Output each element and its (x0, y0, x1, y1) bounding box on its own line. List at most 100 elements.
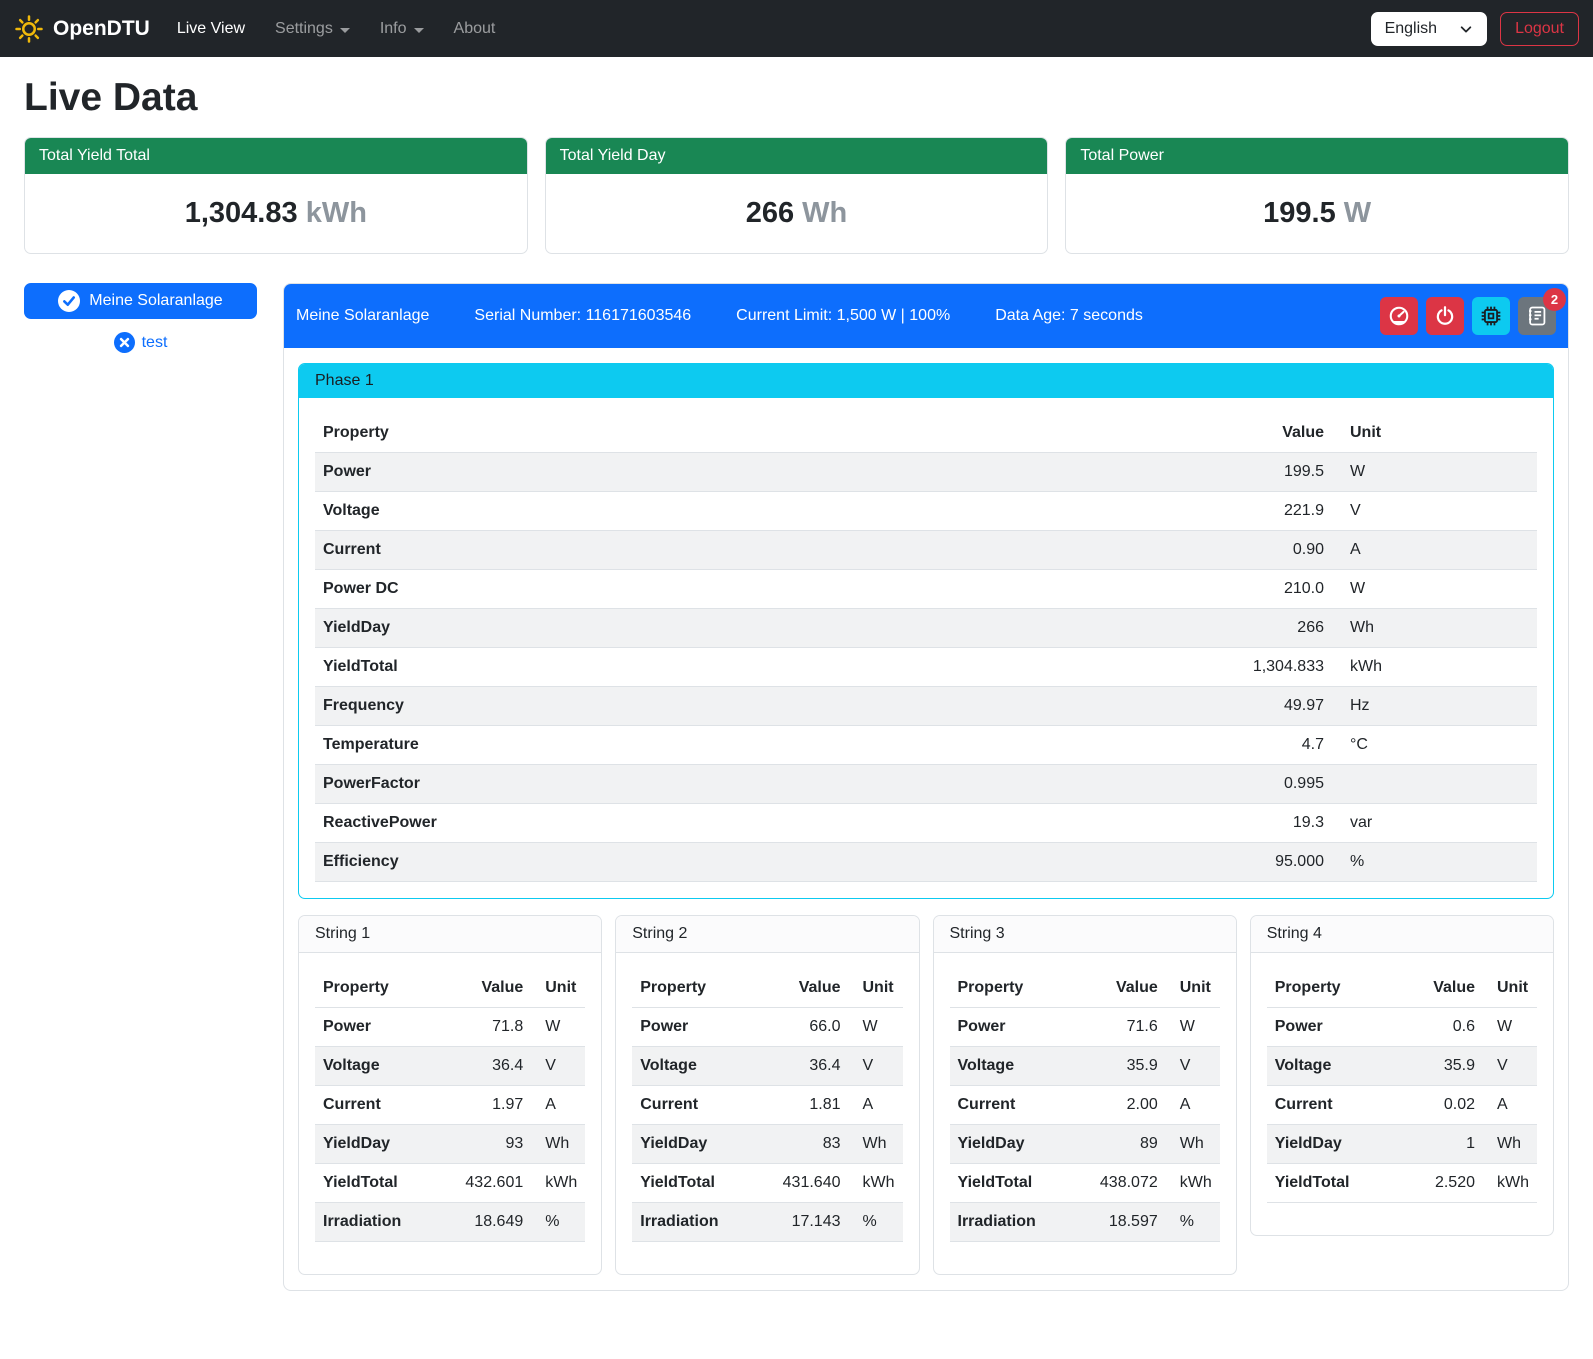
table-row: YieldTotal1,304.833kWh (315, 648, 1537, 687)
inverter-action-buttons: 2 (1380, 297, 1556, 335)
value-cell: 266 (1212, 609, 1332, 648)
column-header-value: Value (1084, 969, 1166, 1008)
table-row: Voltage36.4V (315, 1047, 585, 1086)
column-header-property: Property (315, 969, 449, 1008)
inverter-limit: Current Limit: 1,500 W | 100% (736, 307, 950, 325)
phase-card-body: Property Value Unit Power199.5WVoltage22… (299, 398, 1553, 898)
table-row: Current1.97A (315, 1086, 585, 1125)
table-row: YieldDay266Wh (315, 609, 1537, 648)
property-cell: Voltage (315, 492, 1212, 531)
table-row: PowerFactor0.995 (315, 765, 1537, 804)
unit-cell: kWh (849, 1164, 903, 1203)
cpu-icon (1480, 305, 1502, 327)
property-cell: Irradiation (950, 1203, 1084, 1242)
main-row: Meine Solaranlage test Meine Solaranlage (24, 283, 1569, 1291)
table-row: YieldDay83Wh (632, 1125, 902, 1164)
table-header-row: Property Value Unit (315, 414, 1537, 453)
summary-card-value: 266 Wh (546, 174, 1048, 253)
column-header-property: Property (315, 414, 1212, 453)
x-circle-icon (114, 332, 135, 353)
value-cell: 89 (1084, 1125, 1166, 1164)
property-cell: Voltage (1267, 1047, 1401, 1086)
value-cell: 438.072 (1084, 1164, 1166, 1203)
nav-link-about[interactable]: About (439, 11, 511, 47)
property-cell: ReactivePower (315, 804, 1212, 843)
inverter-panel-header: Meine Solaranlage Serial Number: 1161716… (284, 284, 1568, 348)
table-row: YieldDay89Wh (950, 1125, 1220, 1164)
inverter-selector-button[interactable]: Meine Solaranlage (24, 283, 257, 319)
string-card-1: String 1 Property Value Unit Power71.8WV… (298, 915, 602, 1275)
table-header-row: Property Value Unit (632, 969, 902, 1008)
value-cell: 35.9 (1084, 1047, 1166, 1086)
summary-card-unit: Wh (802, 197, 847, 229)
value-cell: 2.520 (1401, 1164, 1483, 1203)
property-cell: YieldTotal (632, 1164, 766, 1203)
value-cell: 93 (449, 1125, 531, 1164)
property-cell: YieldDay (950, 1125, 1084, 1164)
value-cell: 36.4 (767, 1047, 849, 1086)
column-header-value: Value (1212, 414, 1332, 453)
summary-card-title: Total Yield Day (546, 138, 1048, 174)
column-header-unit: Unit (1166, 969, 1220, 1008)
summary-card-unit: kWh (306, 197, 367, 229)
property-cell: YieldTotal (315, 648, 1212, 687)
unit-cell: % (849, 1203, 903, 1242)
property-cell: Efficiency (315, 843, 1212, 882)
sun-icon (14, 14, 44, 44)
value-cell: 18.597 (1084, 1203, 1166, 1242)
table-header-row: Property Value Unit (950, 969, 1220, 1008)
table-row: YieldTotal431.640kWh (632, 1164, 902, 1203)
table-row: Temperature4.7°C (315, 726, 1537, 765)
value-cell: 18.649 (449, 1203, 531, 1242)
table-row: Voltage221.9V (315, 492, 1537, 531)
value-cell: 36.4 (449, 1047, 531, 1086)
unit-cell: kWh (531, 1164, 585, 1203)
logout-button[interactable]: Logout (1500, 12, 1579, 46)
column-header-unit: Unit (1332, 414, 1537, 453)
navbar: OpenDTU Live View Settings Info About En… (0, 0, 1593, 57)
nav-link-settings[interactable]: Settings (260, 11, 365, 47)
value-cell: 221.9 (1212, 492, 1332, 531)
phase-table: Property Value Unit Power199.5WVoltage22… (315, 414, 1537, 882)
event-log-button[interactable]: 2 (1518, 297, 1556, 335)
value-cell: 432.601 (449, 1164, 531, 1203)
nav-link-info[interactable]: Info (365, 11, 439, 47)
unit-cell: Wh (1166, 1125, 1220, 1164)
unit-cell: V (1332, 492, 1537, 531)
unit-cell: kWh (1483, 1164, 1537, 1203)
string-card-body: Property Value Unit Power71.6WVoltage35.… (934, 953, 1236, 1274)
value-cell: 431.640 (767, 1164, 849, 1203)
page-title: Live Data (24, 76, 1569, 120)
power-button[interactable] (1426, 297, 1464, 335)
value-cell: 66.0 (767, 1008, 849, 1047)
unit-cell: A (1332, 531, 1537, 570)
device-info-button[interactable] (1472, 297, 1510, 335)
table-row: Voltage35.9V (950, 1047, 1220, 1086)
property-cell: Power (315, 453, 1212, 492)
brand[interactable]: OpenDTU (14, 14, 150, 44)
table-row: YieldDay1Wh (1267, 1125, 1537, 1164)
property-cell: Power (950, 1008, 1084, 1047)
string-card-4: String 4 Property Value Unit Power0.6WVo… (1250, 915, 1554, 1236)
inverter-serial: Serial Number: 116171603546 (474, 307, 691, 325)
table-row: Power0.6W (1267, 1008, 1537, 1047)
unit-cell: Wh (1332, 609, 1537, 648)
nav-link-live-view[interactable]: Live View (162, 11, 260, 47)
limit-settings-button[interactable] (1380, 297, 1418, 335)
phase-card: Phase 1 Property Value Unit (298, 363, 1554, 899)
inverter-link-test[interactable]: test (24, 332, 257, 353)
string-card-title: String 4 (1251, 916, 1553, 953)
property-cell: YieldDay (315, 609, 1212, 648)
table-header-row: Property Value Unit (315, 969, 585, 1008)
string-card-body: Property Value Unit Power71.8WVoltage36.… (299, 953, 601, 1274)
property-cell: Power (315, 1008, 449, 1047)
unit-cell: Wh (849, 1125, 903, 1164)
table-row: Efficiency95.000% (315, 843, 1537, 882)
language-select[interactable]: English (1371, 12, 1487, 46)
property-cell: YieldTotal (950, 1164, 1084, 1203)
unit-cell: Wh (1483, 1125, 1537, 1164)
property-cell: YieldDay (632, 1125, 766, 1164)
table-header-row: Property Value Unit (1267, 969, 1537, 1008)
summary-card-title: Total Power (1066, 138, 1568, 174)
table-row: Irradiation17.143% (632, 1203, 902, 1242)
